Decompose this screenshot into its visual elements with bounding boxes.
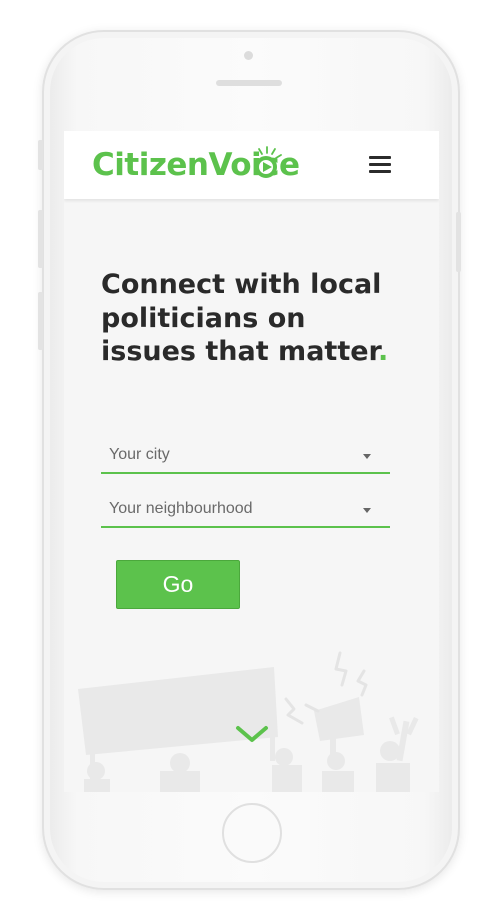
hamburger-menu-icon[interactable] — [369, 156, 391, 176]
neighbourhood-select-value: Your neighbourhood — [109, 500, 253, 517]
neighbourhood-select[interactable]: Your neighbourhood — [101, 494, 390, 528]
phone-home-button[interactable] — [222, 803, 282, 863]
hero-headline: Connect with local politicians on issues… — [101, 268, 401, 369]
phone-silent-switch — [38, 140, 43, 170]
app-screen: CitizenVoice Connect with local politici… — [64, 131, 439, 792]
hero-headline-text: Connect with local politicians on issues… — [101, 269, 382, 367]
city-select-value: Your city — [109, 446, 170, 463]
caret-down-icon — [363, 454, 371, 459]
menu-bar — [369, 163, 391, 166]
phone-speaker — [216, 80, 282, 86]
phone-volume-down — [38, 292, 43, 350]
phone-volume-up — [38, 210, 43, 268]
go-button[interactable]: Go — [116, 560, 240, 609]
megaphone-o-icon — [255, 146, 282, 178]
headline-green-dot: . — [378, 336, 389, 367]
phone-power-button — [456, 212, 461, 272]
city-select[interactable]: Your city — [101, 440, 390, 474]
menu-bar — [369, 156, 391, 159]
caret-down-icon — [363, 508, 371, 513]
protest-crowd-illustration — [78, 651, 419, 792]
app-header: CitizenVoice — [64, 131, 439, 199]
menu-bar — [369, 170, 391, 173]
phone-camera — [244, 51, 253, 60]
chevron-down-icon[interactable] — [235, 723, 269, 745]
